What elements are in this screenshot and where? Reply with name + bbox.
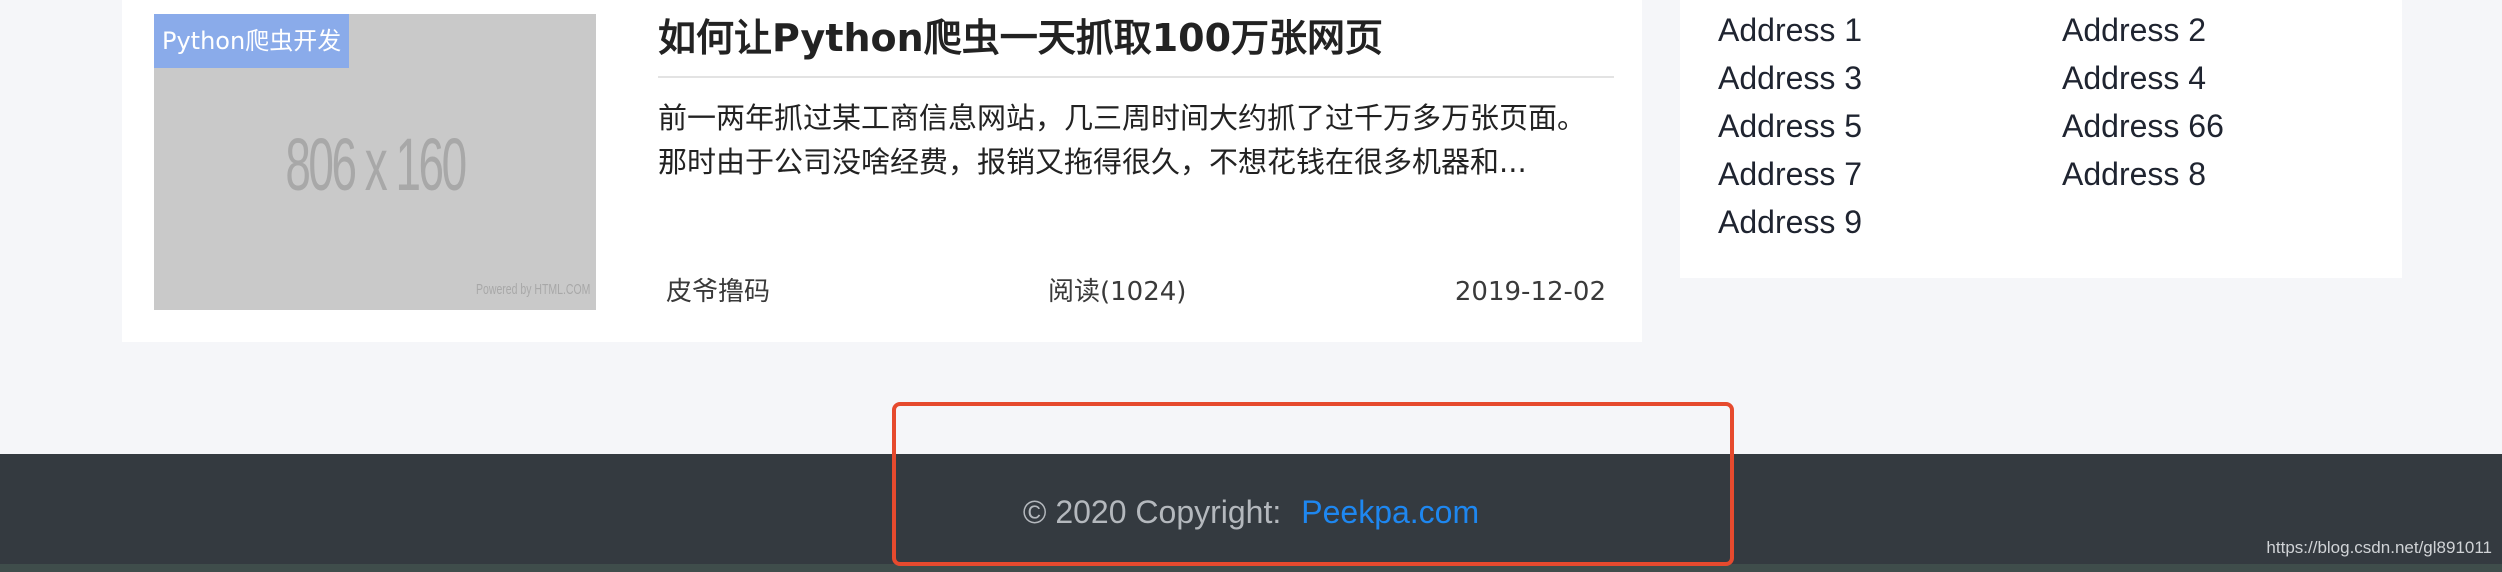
address-item[interactable]: Address 66 <box>2062 102 2406 150</box>
article-excerpt: 前一两年抓过某工商信息网站，几三周时间大约抓了过千万多万张页面。那时由于公司没啥… <box>658 101 1587 179</box>
article-date: 2019-12-02 <box>1454 277 1606 307</box>
article-view-count: 阅读(1024) <box>1048 277 1187 307</box>
address-item[interactable]: Address 5 <box>1718 102 2062 150</box>
address-item[interactable]: Address 4 <box>2062 54 2406 102</box>
thumbnail-credit-text: Powered by HTML.COM <box>475 281 590 298</box>
address-item[interactable]: Address 8 <box>2062 150 2406 198</box>
address-item[interactable]: Address 3 <box>1718 54 2062 102</box>
category-tag[interactable]: Python爬虫开发 <box>154 14 350 68</box>
address-item[interactable]: Address 2 <box>2062 6 2406 54</box>
address-item[interactable]: Address 9 <box>1718 198 2062 246</box>
address-card: Address 1 Address 2 Address 3 Address 4 … <box>1680 0 2402 278</box>
address-item[interactable]: Address 7 <box>1718 150 2062 198</box>
article-author: 皮爷撸码 <box>666 277 771 307</box>
article-title[interactable]: 如何让Python爬虫一天抓取100万张网页 <box>658 10 1642 66</box>
article-card[interactable]: 806 x 160 Powered by HTML.COM Python爬虫开发… <box>122 0 1642 342</box>
csdn-watermark: https://blog.csdn.net/gl891011 <box>2266 538 2492 557</box>
thumbnail-size-text: 806 x 160 <box>285 123 467 206</box>
page: 806 x 160 Powered by HTML.COM Python爬虫开发… <box>0 0 2502 572</box>
address-item[interactable]: Address 1 <box>1718 6 2062 54</box>
title-divider <box>658 76 1614 78</box>
address-list: Address 1 Address 2 Address 3 Address 4 … <box>1718 6 2408 246</box>
annotation-highlight-box <box>892 402 1734 566</box>
